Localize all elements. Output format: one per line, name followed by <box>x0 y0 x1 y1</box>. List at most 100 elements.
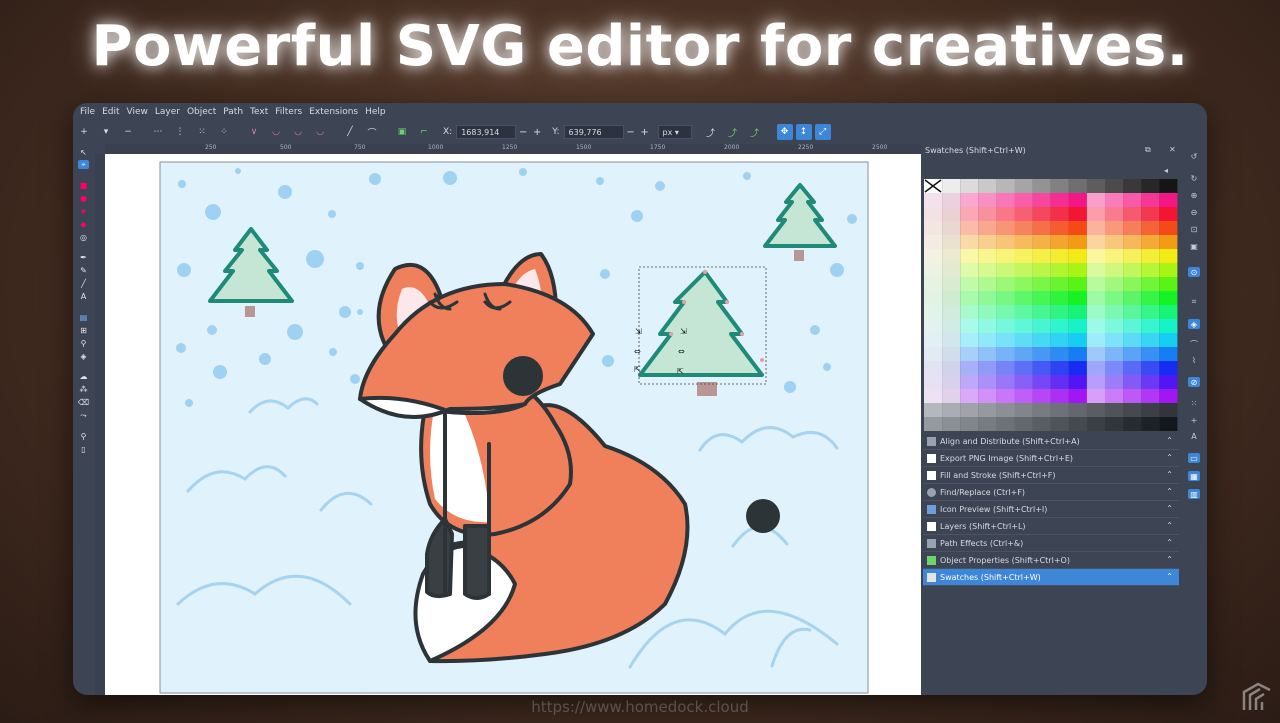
swatch[interactable] <box>1068 375 1087 389</box>
show-clip-icon[interactable]: ⤴ <box>704 125 718 139</box>
swatch[interactable] <box>960 417 979 431</box>
swatch[interactable] <box>924 235 943 249</box>
swatch[interactable] <box>978 277 997 291</box>
swatch[interactable] <box>978 235 997 249</box>
swatch[interactable] <box>978 291 997 305</box>
swatch[interactable] <box>1014 319 1033 333</box>
swatch[interactable] <box>1032 361 1051 375</box>
swatch[interactable] <box>996 417 1015 431</box>
delete-node-icon[interactable]: − <box>121 125 135 139</box>
swatch[interactable] <box>1050 179 1069 193</box>
swatch[interactable] <box>978 417 997 431</box>
swatch[interactable] <box>1068 347 1087 361</box>
swatch[interactable] <box>1050 235 1069 249</box>
swatch[interactable] <box>1068 263 1087 277</box>
segment-line-icon[interactable]: ╱ <box>343 125 357 139</box>
swatch[interactable] <box>996 361 1015 375</box>
swatch[interactable] <box>960 277 979 291</box>
swatch[interactable] <box>1014 417 1033 431</box>
swatch[interactable] <box>924 291 943 305</box>
collapse-icon[interactable]: ⌃ <box>1166 572 1173 581</box>
swatch[interactable] <box>1050 277 1069 291</box>
object-to-path-icon[interactable]: ▣ <box>395 125 409 139</box>
swatch[interactable] <box>960 361 979 375</box>
collapse-icon[interactable]: ⌃ <box>1166 453 1173 462</box>
swatch[interactable] <box>1050 333 1069 347</box>
swatch[interactable] <box>1159 403 1178 417</box>
swatch[interactable] <box>978 319 997 333</box>
pencil-tool-icon[interactable]: ✎ <box>78 266 89 275</box>
swatch[interactable] <box>996 179 1015 193</box>
swatch[interactable] <box>942 361 961 375</box>
swatch[interactable] <box>1105 417 1124 431</box>
menu-layer[interactable]: Layer <box>155 107 180 117</box>
swatch[interactable] <box>1086 333 1105 347</box>
swatch[interactable] <box>1014 333 1033 347</box>
paint-bucket-tool-icon[interactable]: ◈ <box>78 352 89 361</box>
swatch[interactable] <box>1123 291 1142 305</box>
swatch[interactable] <box>978 333 997 347</box>
swatch[interactable] <box>942 403 961 417</box>
swatch[interactable] <box>978 375 997 389</box>
snap-path-icon[interactable]: ⌒ <box>1188 339 1200 349</box>
swatch[interactable] <box>1105 305 1124 319</box>
spiral-tool-icon[interactable]: ◎ <box>78 233 89 242</box>
insert-node-icon[interactable]: + <box>77 125 91 139</box>
swatch[interactable] <box>1105 319 1124 333</box>
swatch[interactable] <box>1014 249 1033 263</box>
swatch[interactable] <box>1159 375 1178 389</box>
swatch[interactable] <box>942 207 961 221</box>
black-circle[interactable] <box>746 499 780 533</box>
panel-icon-preview[interactable]: Icon Preview (Shift+Ctrl+I) ⌃ <box>923 501 1179 518</box>
swatch[interactable] <box>1123 179 1142 193</box>
menu-text[interactable]: Text <box>250 107 268 117</box>
swatch[interactable] <box>942 389 961 403</box>
swatch[interactable] <box>1159 277 1178 291</box>
collapse-icon[interactable]: ⌃ <box>1166 555 1173 564</box>
swatch[interactable] <box>996 403 1015 417</box>
swatch[interactable] <box>1105 277 1124 291</box>
menu-path[interactable]: Path <box>223 107 243 117</box>
swatch[interactable] <box>1014 389 1033 403</box>
swatch[interactable] <box>996 221 1015 235</box>
swatch[interactable] <box>1159 417 1178 431</box>
swatch[interactable] <box>978 403 997 417</box>
y-minus-button[interactable]: − <box>624 127 638 138</box>
snap-center-icon[interactable]: ⁙ <box>1188 398 1200 408</box>
swatch[interactable] <box>1032 263 1051 277</box>
swatch[interactable] <box>960 305 979 319</box>
swatch[interactable] <box>1086 389 1105 403</box>
node-auto-icon[interactable]: ◡ <box>313 125 327 139</box>
swatch-palette[interactable] <box>924 179 1178 431</box>
x-minus-button[interactable]: − <box>516 127 530 138</box>
show-handles-icon[interactable]: ↕ <box>795 124 812 140</box>
swatch[interactable] <box>1050 361 1069 375</box>
menu-view[interactable]: View <box>127 107 148 117</box>
swatch[interactable] <box>1141 305 1160 319</box>
swatch[interactable] <box>1068 221 1087 235</box>
swatch[interactable] <box>1105 193 1124 207</box>
swatch[interactable] <box>1032 277 1051 291</box>
swatch[interactable] <box>960 235 979 249</box>
show-transform-handles-icon[interactable]: ✥ <box>776 124 793 140</box>
swatch[interactable] <box>1032 389 1051 403</box>
swatch[interactable] <box>1014 179 1033 193</box>
swatch[interactable] <box>1141 221 1160 235</box>
swatch[interactable] <box>1086 179 1105 193</box>
swatch[interactable] <box>1032 333 1051 347</box>
swatch[interactable] <box>942 333 961 347</box>
swatch[interactable] <box>1086 277 1105 291</box>
swatch[interactable] <box>1141 193 1160 207</box>
dock-close-icon[interactable]: ✕ <box>1169 145 1176 154</box>
swatch[interactable] <box>1050 389 1069 403</box>
swatch[interactable] <box>996 333 1015 347</box>
rectangle-tool-icon[interactable]: ■ <box>78 181 89 190</box>
swatch[interactable] <box>1141 361 1160 375</box>
swatch[interactable] <box>996 193 1015 207</box>
swatch[interactable] <box>924 249 943 263</box>
swatch-grid[interactable] <box>924 179 1178 431</box>
swatch[interactable] <box>1068 417 1087 431</box>
swatch[interactable] <box>978 207 997 221</box>
swatch[interactable] <box>1032 319 1051 333</box>
y-field[interactable]: 639,776 <box>563 125 624 139</box>
